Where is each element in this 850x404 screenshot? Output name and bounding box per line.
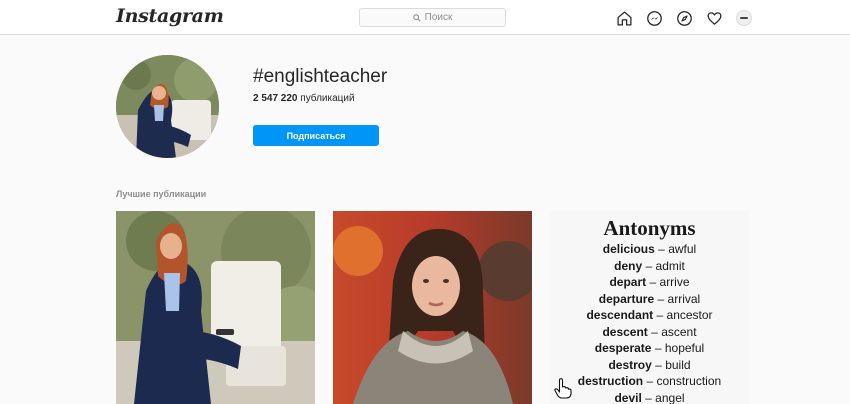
hand-pointer-icon — [554, 378, 572, 399]
antonym-row: desperate – hopeful — [594, 341, 705, 355]
antonym-row: deny – admit — [614, 258, 685, 273]
antonym-row: departure – arrival — [598, 291, 701, 306]
post-count: 2 547 220 публикаций — [253, 93, 355, 104]
hashtag-title: #englishteacher — [253, 66, 388, 87]
post-count-label: публикаций — [300, 93, 355, 104]
top-posts-heading: Лучшие публикации — [116, 189, 207, 199]
post-tile-portrait-photo[interactable] — [333, 211, 532, 404]
antonym-row: depart – arrive — [609, 275, 690, 289]
search-input[interactable]: Поиск — [359, 8, 506, 27]
search-placeholder: Поиск — [424, 12, 453, 23]
antonyms-title: Antonyms — [603, 216, 696, 240]
post-count-value: 2 547 220 — [253, 93, 298, 104]
search-icon — [412, 13, 421, 22]
top-navigation-bar: Instagram Поиск — [0, 0, 850, 35]
antonym-row: devil – angel — [614, 390, 685, 404]
antonym-row: delicious – awful — [602, 242, 697, 256]
antonym-row: destruction – construction — [577, 374, 722, 388]
post-tile-teacher-photo[interactable] — [116, 211, 315, 404]
antonym-row: descent – ascent — [602, 324, 697, 339]
instagram-logo[interactable]: Instagram — [116, 5, 224, 27]
home-icon[interactable] — [614, 8, 634, 28]
profile-avatar[interactable] — [736, 10, 752, 26]
antonym-row: descendant – ancestor — [586, 308, 713, 322]
post-tile-antonyms[interactable]: Antonyms delicious – awful deny – admit … — [550, 211, 749, 404]
hashtag-profile-picture — [116, 55, 219, 158]
antonym-row: destroy – build — [608, 357, 691, 372]
antonyms-list: delicious – awful deny – admit depart – … — [550, 242, 749, 404]
messenger-icon[interactable] — [644, 8, 664, 28]
nav-icons — [614, 8, 752, 28]
follow-button[interactable]: Подписаться — [253, 125, 379, 146]
explore-icon[interactable] — [674, 8, 694, 28]
heart-icon[interactable] — [704, 8, 724, 28]
